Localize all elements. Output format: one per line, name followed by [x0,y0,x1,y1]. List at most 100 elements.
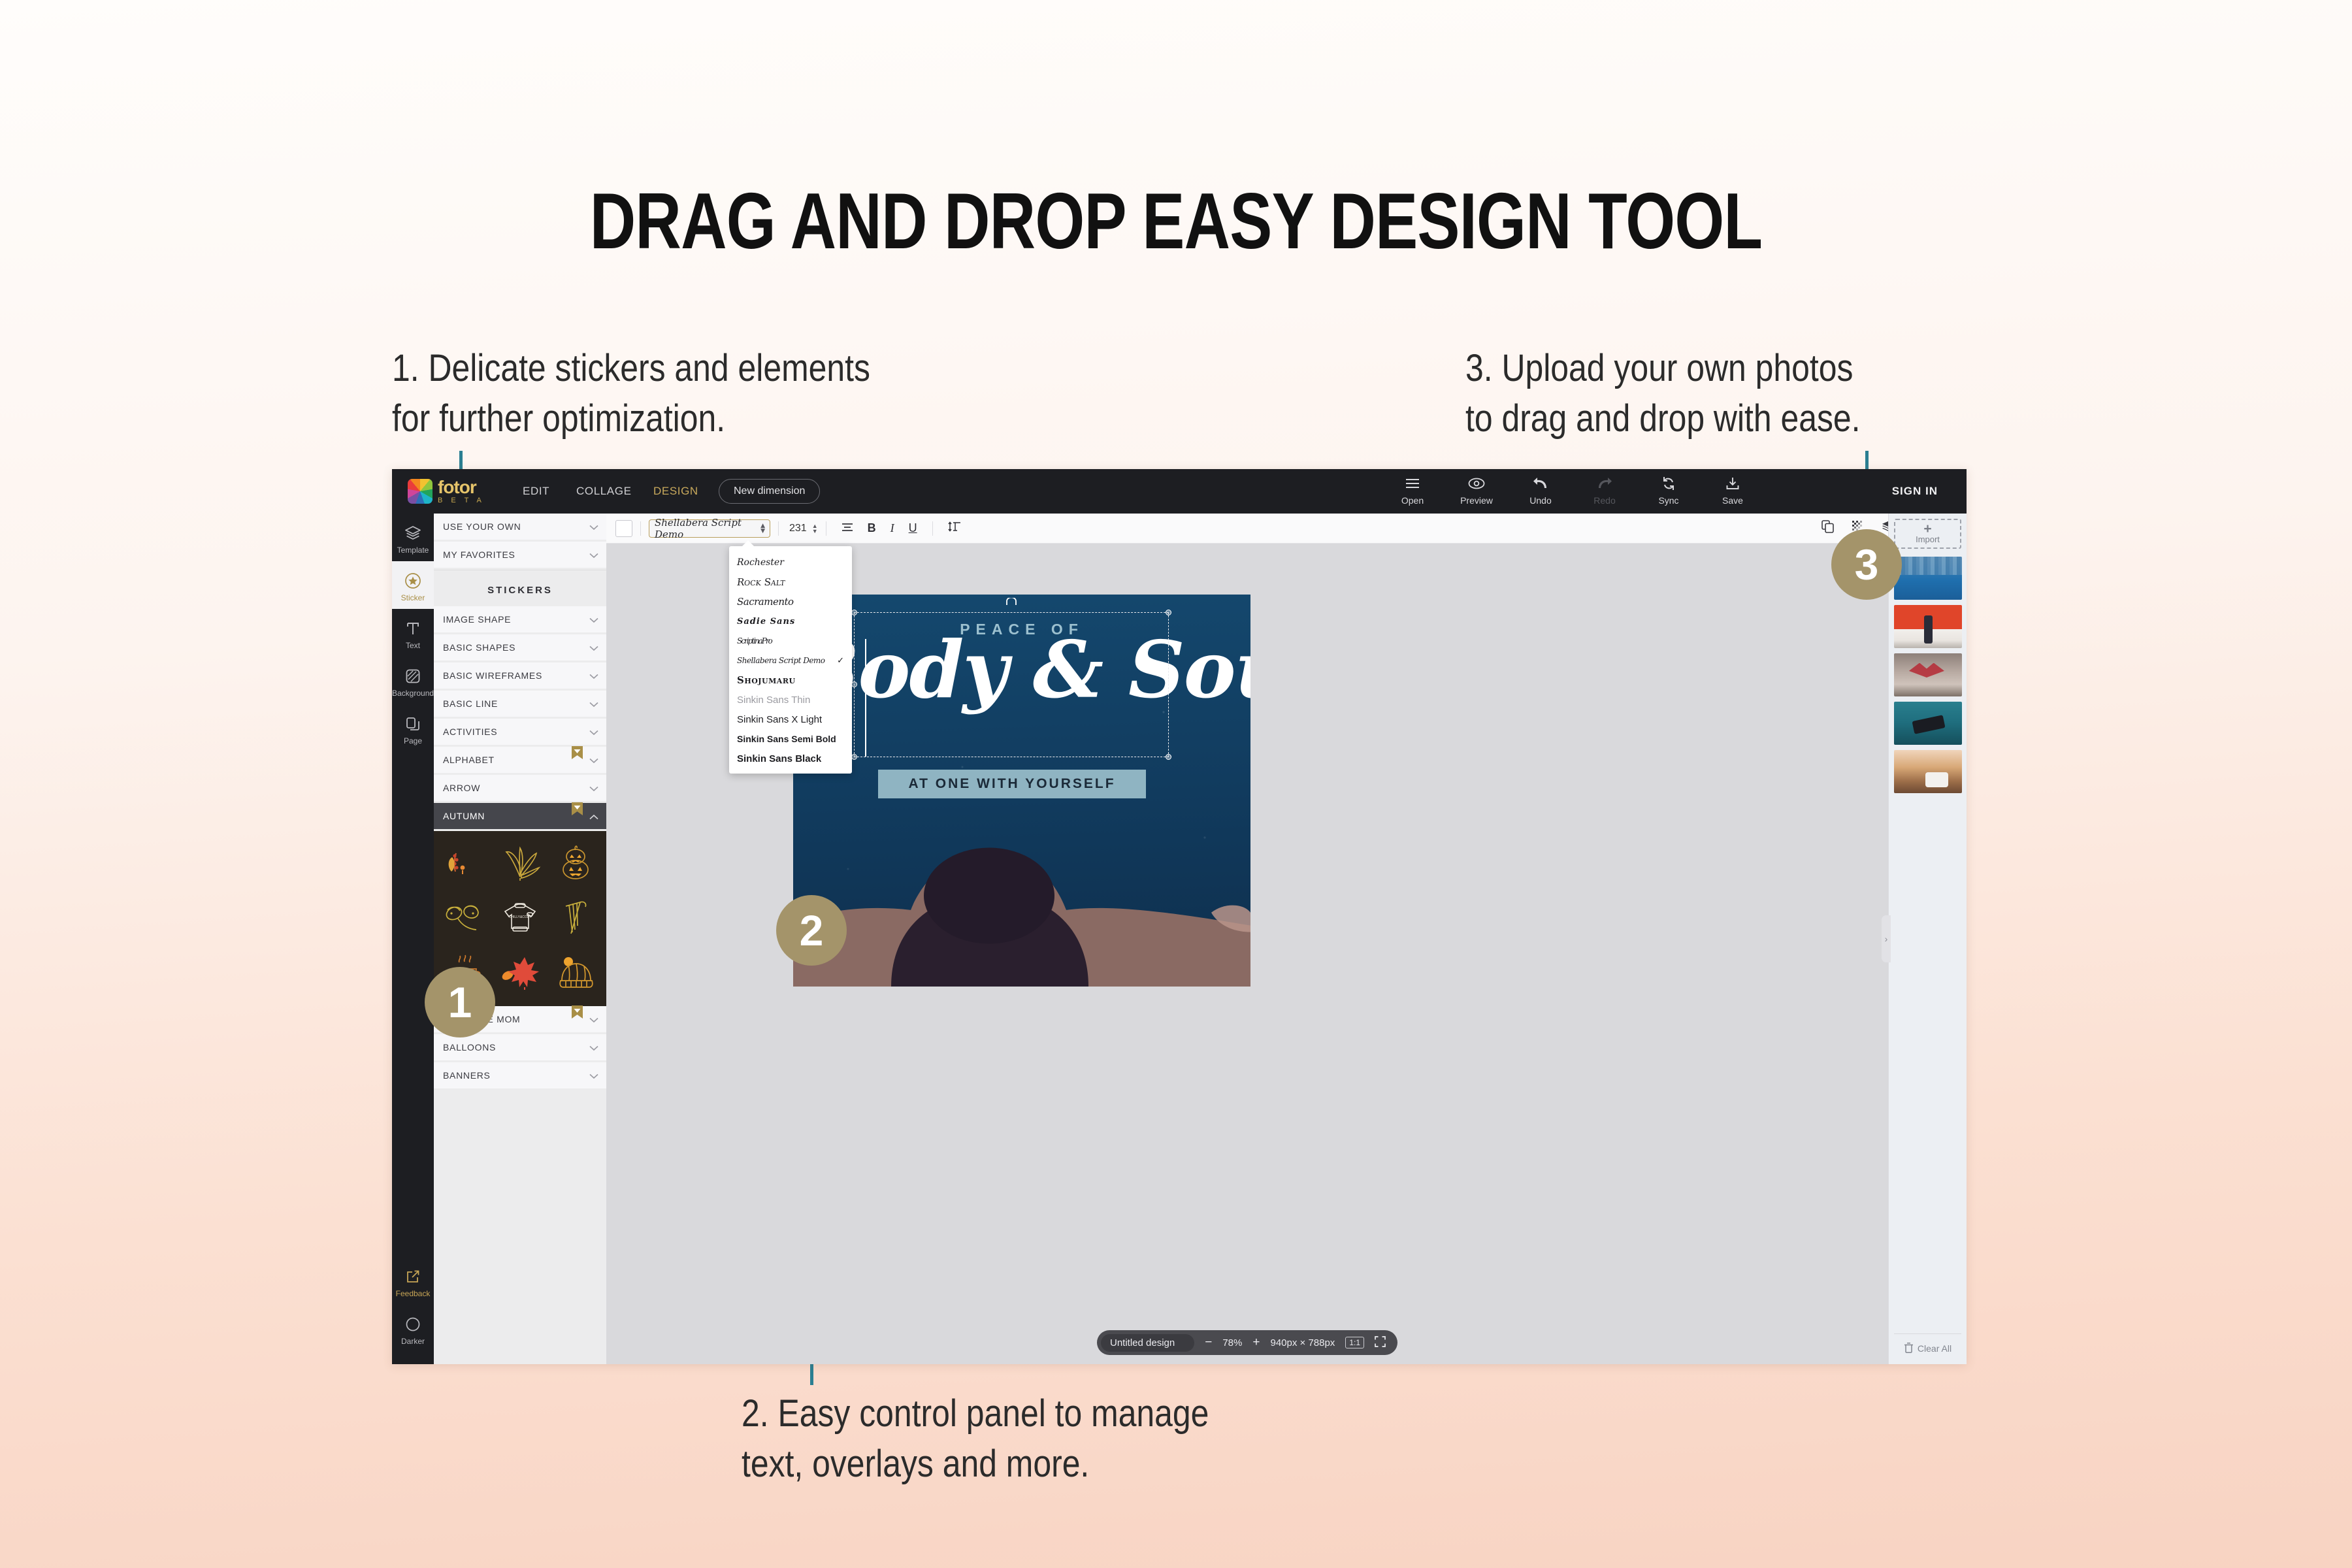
accordion-autumn[interactable]: AUTUMN [434,802,606,829]
font-option-rochester[interactable]: Rochester [729,553,852,572]
chestnut-leaf-sticker[interactable] [492,835,547,890]
duplicate-icon[interactable] [1821,520,1835,536]
italic-button[interactable]: I [890,521,894,535]
fotor-logo[interactable]: fotor B E T A [408,478,485,504]
accordion-label: ALPHABET [443,755,495,765]
undo-button[interactable]: Undo [1522,474,1559,506]
maple-leaf-sticker[interactable] [492,945,547,1000]
preview-button[interactable]: Preview [1458,474,1495,506]
rotate-handle-icon[interactable] [1005,596,1017,608]
sidebar-item-feedback[interactable]: Feedback [392,1257,434,1305]
font-option-rock-salt[interactable]: Rock Salt [729,572,852,592]
redo-arrow-icon [1586,474,1623,493]
umbrella-sticker[interactable] [548,890,604,945]
fotor-beta-tag: B E T A [438,497,485,504]
moon-contrast-icon [392,1314,434,1335]
import-panel[interactable]: › + Import Clear All [1882,514,1967,1364]
accordion-label: BASIC LINE [443,698,498,709]
sync-button[interactable]: Sync [1650,474,1687,506]
accordion-arrow[interactable]: ARROW [434,775,606,801]
accordion-label: BANNERS [443,1070,491,1081]
sidebar-item-darker[interactable]: Darker [392,1305,434,1352]
tab-edit[interactable]: EDIT [523,485,549,498]
font-option-shellabera-script-demo[interactable]: Shellabera Script Demo ✓ [729,651,852,670]
zoom-level-value: 78% [1222,1337,1243,1348]
resize-handle-top-left[interactable] [851,610,857,615]
tab-collage[interactable]: COLLAGE [576,485,632,498]
chevron-down-icon [589,1071,598,1081]
acorns-sticker[interactable] [436,890,492,945]
font-option-sinkin-sans-semi-bold[interactable]: Sinkin Sans Semi Bold [729,729,852,749]
font-option-label: Sinkin Sans Black [737,753,822,764]
sticker-panel[interactable]: USE YOUR OWN MY FAVORITES STICKERS IMAGE… [434,514,606,1364]
new-dimension-button[interactable]: New dimension [719,479,821,504]
line-height-icon[interactable] [948,521,961,535]
actual-size-button[interactable]: 1:1 [1345,1337,1365,1348]
accordion-image-shape[interactable]: IMAGE SHAPE [434,606,606,632]
beanie-hat-sticker[interactable] [548,945,604,1000]
autumn-sprig-sticker[interactable] [436,835,492,890]
font-option-sadie-sans[interactable]: Sadie Sans [729,612,852,631]
sign-in-button[interactable]: SIGN IN [1892,485,1938,498]
sidebar-item-template[interactable]: Template [392,514,434,561]
clear-all-button[interactable]: Clear All [1894,1333,1961,1355]
sidebar-item-page[interactable]: Page [392,704,434,752]
save-button[interactable]: Save [1714,474,1751,506]
accordion-alphabet[interactable]: ALPHABET [434,746,606,773]
redo-button[interactable]: Redo [1586,474,1623,506]
font-family-dropdown[interactable]: Rochester Rock Salt Sacramento Sadie San… [729,540,852,774]
font-family-select[interactable]: Shellabera Script Demo ▲ ▼ [649,517,770,540]
document-name-input[interactable]: Untitled design [1100,1333,1195,1352]
sweater-sticker[interactable]: CHILLY&COZY [492,890,547,945]
lake-reflection-photo[interactable] [1894,557,1962,600]
tab-design[interactable]: DESIGN [653,485,698,498]
resize-handle-bottom-left[interactable] [851,754,857,760]
font-size-value[interactable]: 231 [789,523,807,534]
sidebar-item-background[interactable]: Background [392,657,434,704]
design-canvas[interactable]: PEACE OF Body & Soul AT ONE WITH YOURSEL… [793,595,1250,987]
chevron-down-icon [589,1043,598,1053]
font-option-shojumaru[interactable]: Shojumaru [729,670,852,690]
fullscreen-icon[interactable] [1375,1335,1386,1350]
accordion-activities[interactable]: ACTIVITIES [434,719,606,745]
collapse-panel-button[interactable]: › [1882,915,1891,962]
resize-handle-top-right[interactable] [1166,610,1171,615]
hands-camera-photo[interactable] [1894,702,1962,745]
font-option-sinkin-sans-thin[interactable]: Sinkin Sans Thin [729,690,852,710]
accordion-my-favorites[interactable]: MY FAVORITES [434,542,606,568]
accordion-basic-wireframes[interactable]: BASIC WIREFRAMES [434,662,606,689]
accordion-banners[interactable]: BANNERS [434,1062,606,1088]
gift-ribbon-photo[interactable] [1894,653,1962,696]
font-option-sinkin-sans-x-light[interactable]: Sinkin Sans X Light [729,710,852,729]
sidebar-item-sticker[interactable]: Sticker [392,561,434,609]
chevron-down-icon [589,1015,598,1025]
accordion-basic-line[interactable]: BASIC LINE [434,691,606,717]
text-selection-box[interactable] [851,596,1171,760]
redo-label: Redo [1593,495,1616,506]
zoom-out-button[interactable]: − [1205,1335,1212,1350]
woman-red-wall-photo[interactable] [1894,605,1962,648]
woman-coffee-photo[interactable] [1894,750,1962,793]
accordion-basic-shapes[interactable]: BASIC SHAPES [434,634,606,661]
font-option-sinkin-sans-black[interactable]: Sinkin Sans Black [729,749,852,768]
jack-o-lantern-sticker[interactable] [548,835,604,890]
resize-handle-middle-left[interactable] [851,681,857,687]
bold-button[interactable]: B [868,521,876,535]
font-option-scriptinapro[interactable]: ScriptinaPro [729,631,852,651]
chevron-down-icon [589,522,598,532]
open-button[interactable]: Open [1394,474,1431,506]
sidebar-item-text[interactable]: Text [392,609,434,657]
divider [932,521,933,536]
resize-handle-middle-right[interactable] [1166,681,1171,687]
import-dropzone[interactable]: + Import [1894,519,1961,549]
underline-button[interactable]: U [909,521,917,535]
resize-handle-bottom-right[interactable] [1166,754,1171,760]
text-color-swatch[interactable] [615,519,632,537]
accordion-use-your-own[interactable]: USE YOUR OWN [434,514,606,540]
font-option-sacramento[interactable]: Sacramento [729,592,852,612]
align-icon[interactable] [841,521,853,535]
font-size-stepper[interactable]: ▲ ▼ [812,523,818,534]
text-t-icon [392,618,434,639]
accordion-balloons[interactable]: BALLOONS [434,1034,606,1060]
zoom-in-button[interactable]: + [1252,1335,1260,1350]
